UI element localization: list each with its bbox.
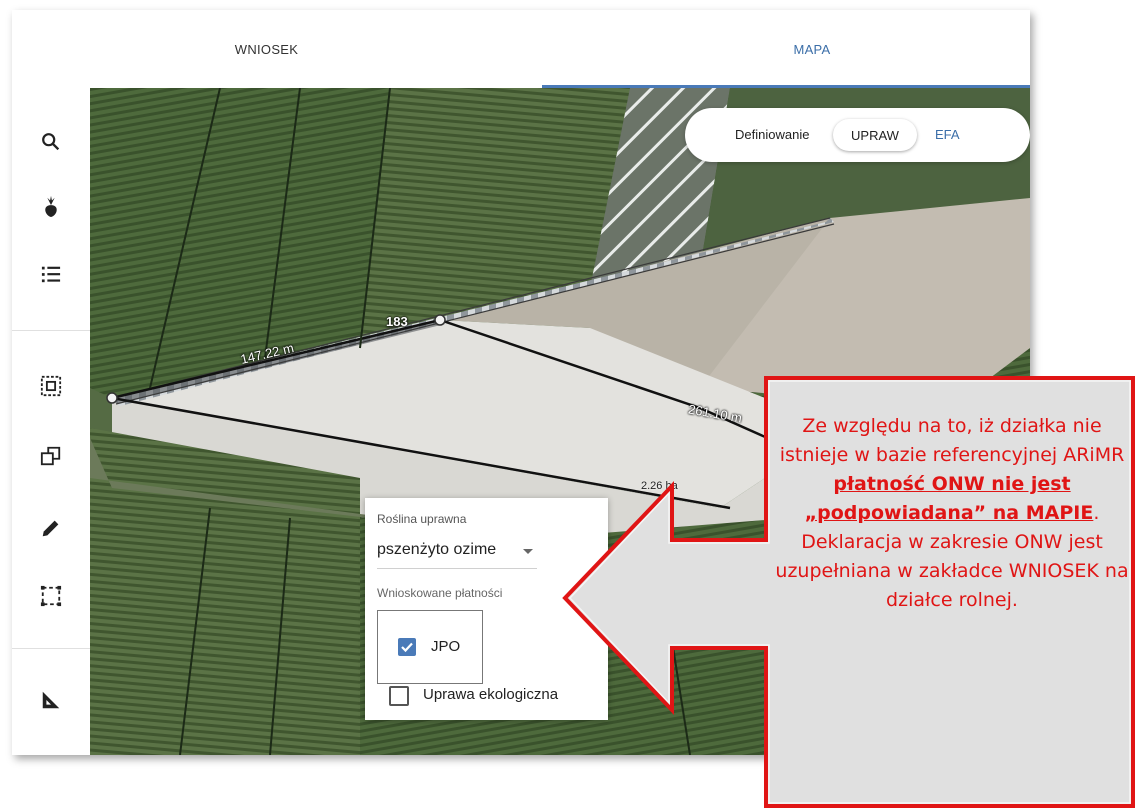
callout-bubble <box>562 376 1135 808</box>
callout-text-intro: Ze względu na to, iż działka nie istniej… <box>779 415 1125 466</box>
callout-text: Ze względu na to, iż działka nie istniej… <box>772 412 1132 615</box>
callout-text-bold: płatność ONW nie jest „podpowiadana” na … <box>804 473 1094 524</box>
